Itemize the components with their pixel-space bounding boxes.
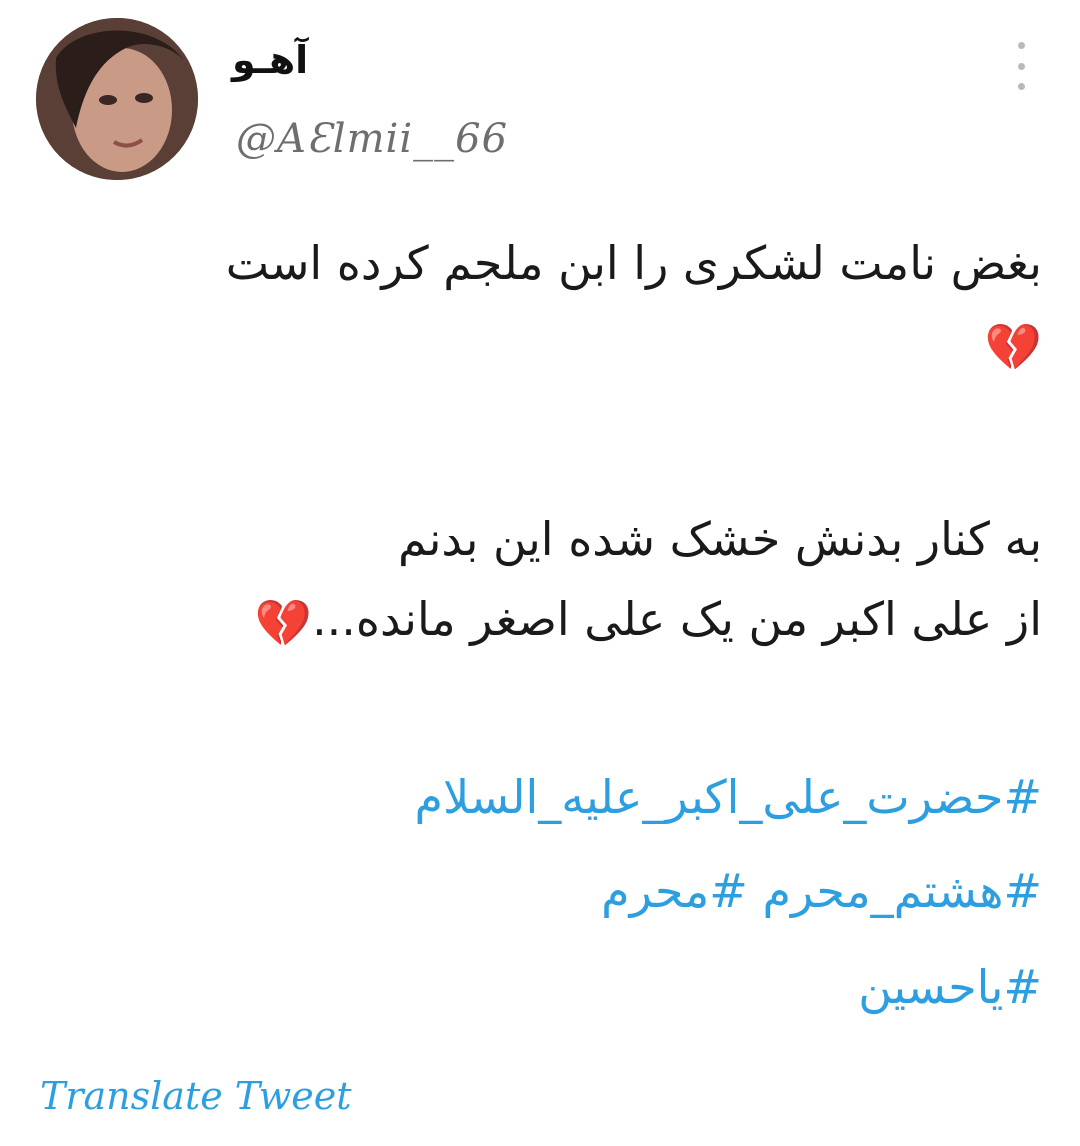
broken-heart-icon: 💔 [254,595,313,650]
dot [1017,83,1025,90]
hashtag-link[interactable]: #حضرت_علی_اکبر_علیه_السلام [415,770,1043,825]
more-options-icon[interactable] [1006,42,1036,90]
dot [1017,62,1025,70]
hashtag-link[interactable]: #هشتم_محرم #محرم [601,864,1042,919]
display-name[interactable]: آهـو [232,38,308,82]
dot [1017,42,1025,49]
tweet-text-line-4: از علی اکبر من یک علی اصغر مانده...💔 [255,592,1042,647]
tweet-text-line-4-text: از علی اکبر من یک علی اصغر مانده... [312,592,1042,646]
user-handle[interactable]: @AƐlmii__66 [236,116,508,162]
profile-photo [36,18,198,180]
tweet-text-line-1: بغض نامت لشکری را ابن ملجم کرده است [225,236,1042,290]
broken-heart-icon: 💔 [984,319,1042,374]
hashtag-link[interactable]: #یاحسین [858,960,1042,1015]
avatar[interactable] [36,18,198,180]
tweet-text-line-2: 💔 [985,316,1042,371]
tweet-text-line-3: به کنار بدنش خشک شده این بدنم [398,512,1042,566]
translate-tweet-link[interactable]: Translate Tweet [40,1074,352,1118]
